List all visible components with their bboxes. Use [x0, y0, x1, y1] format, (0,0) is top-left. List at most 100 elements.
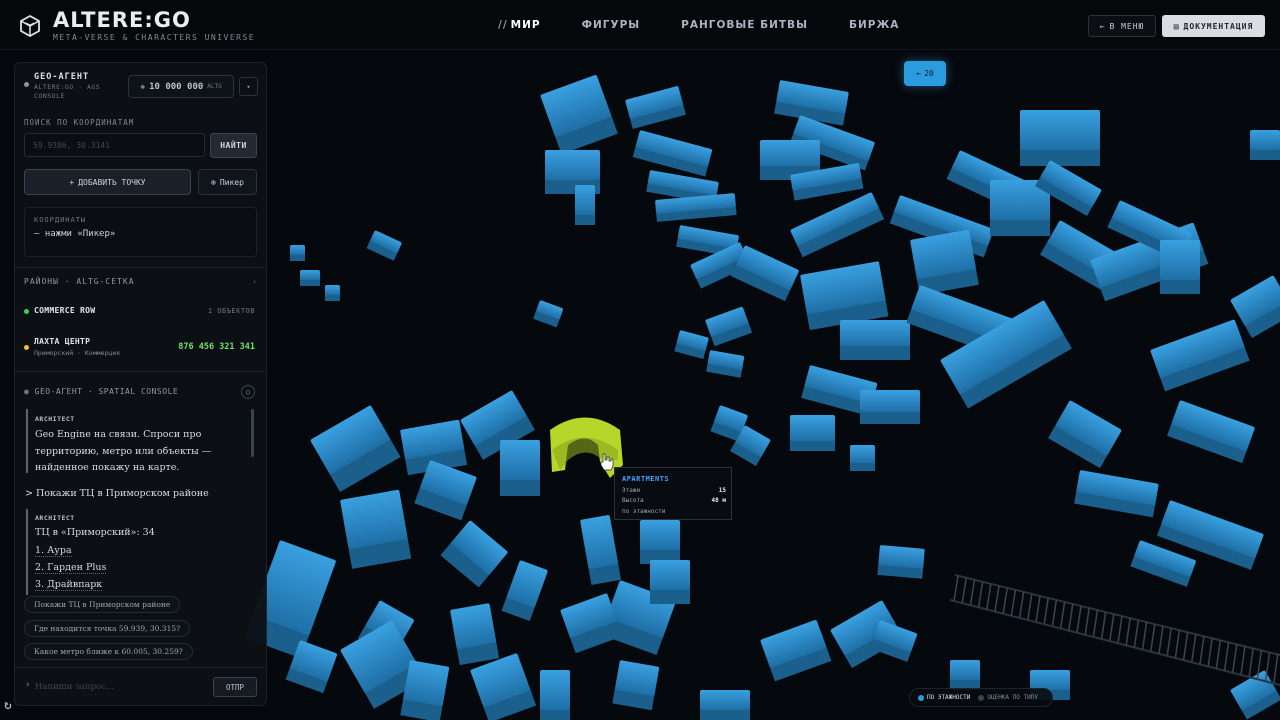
user-message: > Покажи ТЦ в Приморском районе	[25, 488, 209, 499]
nav-active-prefix: //	[498, 19, 508, 31]
legend-item-floors[interactable]: ПО ЭТАЖНОСТИ	[918, 694, 970, 701]
logo-cube-icon	[20, 14, 40, 38]
balance-amount: 10 000 000	[149, 81, 204, 92]
district-item[interactable]: COMMERCE ROW 1 ОБЪЕКТОВ	[24, 303, 257, 323]
building-block	[300, 270, 320, 286]
building-block	[860, 390, 920, 424]
coin-icon: ◈	[140, 82, 146, 91]
picker-button[interactable]: ⊕ Пикер	[198, 169, 257, 195]
building-block	[1250, 130, 1280, 160]
legend-swatch	[978, 694, 985, 701]
balance-dropdown-button[interactable]: ▾	[239, 77, 258, 96]
district-status-dot	[24, 345, 29, 350]
add-point-button[interactable]: + ДОБАВИТЬ ТОЧКУ	[24, 169, 191, 195]
suggestion-chip[interactable]: Какое метро ближе к 60.005, 30.259?	[24, 643, 193, 660]
console-scrollbar[interactable]	[251, 409, 254, 457]
panel-subtitle: ALTERE:GO · AGS CONSOLE	[34, 83, 101, 100]
logo-subtitle: META-VERSE & CHARACTERS UNIVERSE	[53, 33, 256, 42]
send-button[interactable]: ОТПР	[213, 677, 257, 697]
building-block	[325, 285, 340, 301]
district-item[interactable]: ЛАХТА ЦЕНТР Приморский · Коммерция 876 4…	[24, 333, 257, 361]
console-dot-icon: ●	[24, 387, 30, 396]
console-toggle-button[interactable]: ○	[241, 385, 255, 399]
coordinates-label: КООРДИНАТЫ	[34, 216, 87, 224]
building-block	[840, 320, 910, 360]
message-list-item[interactable]: 1. Аура	[35, 543, 72, 560]
building-tooltip: APARTMENTS Этажи 15 Высота 48 м по этажн…	[614, 467, 732, 520]
message-text: Geo Engine на связи. Спроси про территор…	[35, 429, 212, 473]
building-block	[790, 415, 835, 451]
building-block	[877, 545, 925, 579]
query-input[interactable]	[35, 677, 205, 697]
divider	[15, 667, 266, 668]
building-block	[540, 670, 570, 720]
find-button[interactable]: НАЙТИ	[210, 133, 257, 158]
message-list-item[interactable]: 3. Драйвпарк	[35, 577, 103, 594]
tooltip-row: Высота 48 м	[622, 497, 726, 504]
tooltip-row-label: Высота	[622, 497, 644, 504]
docs-button-label: ДОКУМЕНТАЦИЯ	[1183, 21, 1254, 31]
logo-title[interactable]: ALTERE:GO	[53, 8, 191, 32]
coordinates-value: — нажми «Пикер»	[34, 229, 116, 239]
nav-item-figures[interactable]: ФИГУРЫ	[582, 19, 641, 31]
console-header: ● GEO-АГЕНТ · SPATIAL CONSOLE	[24, 387, 178, 396]
crosshair-icon: ⊕	[211, 177, 216, 187]
building-block	[500, 440, 540, 496]
refresh-icon[interactable]: ↻	[4, 698, 22, 716]
divider	[15, 267, 266, 268]
map-legend: ПО ЭТАЖНОСТИ ОЦЕНКА ПО ТИПУ	[909, 688, 1053, 707]
nav-item-ranked-battles[interactable]: РАНГОВЫЕ БИТВЫ	[681, 19, 808, 31]
documentation-button[interactable]: ▤ ДОКУМЕНТАЦИЯ	[1162, 15, 1265, 37]
districts-header[interactable]: РАЙОНЫ · ALTG-СЕТКА	[24, 277, 135, 286]
building-block	[700, 690, 750, 720]
tooltip-row-value: 15	[718, 487, 726, 494]
top-header: ALTERE:GO META-VERSE & CHARACTERS UNIVER…	[0, 0, 1280, 50]
zoom-level-badge[interactable]: ← 20	[904, 61, 946, 86]
district-status-dot	[24, 309, 29, 314]
message-accent-bar	[26, 509, 28, 595]
message-line: ТЦ в «Приморский»: 34	[35, 527, 155, 538]
balance-badge[interactable]: ◈ 10 000 000 ALTG	[128, 75, 234, 98]
search-label: ПОИСК ПО КООРДИНАТАМ	[24, 118, 135, 127]
document-icon: ▤	[1173, 21, 1180, 31]
arrow-left-icon: ←	[1099, 21, 1106, 31]
status-dot	[24, 82, 29, 87]
main-nav: //МИР ФИГУРЫ РАНГОВЫЕ БИТВЫ БИРЖА	[498, 19, 899, 31]
legend-item-type[interactable]: ОЦЕНКА ПО ТИПУ	[978, 694, 1038, 701]
nav-item-label: МИР	[510, 19, 541, 31]
nav-item-world[interactable]: //МИР	[498, 19, 541, 31]
chevron-down-icon: ▾	[246, 82, 251, 91]
circle-icon: ○	[245, 388, 251, 396]
message-list-item[interactable]: 2. Гарден Plus	[35, 560, 107, 577]
district-object-count: 1 ОБЪЕКТОВ	[207, 307, 255, 315]
district-value: 876 456 321 341	[178, 342, 255, 352]
message-role: ARCHITECT	[35, 514, 75, 522]
nav-item-exchange[interactable]: БИРЖА	[849, 19, 899, 31]
console-header-label: GEO-АГЕНТ · SPATIAL CONSOLE	[34, 387, 179, 396]
tooltip-row-label: Этажи	[622, 487, 641, 494]
tooltip-row: Этажи 15	[622, 487, 726, 494]
building-block	[1020, 110, 1100, 166]
legend-label: ОЦЕНКА ПО ТИПУ	[987, 694, 1038, 701]
coordinates-search-input[interactable]	[24, 133, 205, 157]
suggestion-chip[interactable]: Покажи ТЦ в Приморском районе	[24, 596, 181, 613]
message-list-item-label: 2. Гарден Plus	[35, 562, 107, 574]
legend-swatch	[918, 694, 924, 701]
plus-icon: +	[69, 177, 75, 187]
building-block	[650, 560, 690, 604]
building-block	[1160, 240, 1200, 294]
message-list-item-label: 1. Аура	[35, 545, 72, 557]
building-block	[850, 445, 875, 471]
message-accent-bar	[26, 409, 28, 473]
building-block	[950, 660, 980, 690]
building-block	[575, 185, 595, 225]
message-list-item-label: 3. Драйвпарк	[35, 579, 103, 591]
arrow-left-icon: ←	[916, 69, 922, 78]
suggestion-chip[interactable]: Где находится точка 59.939, 30.315?	[24, 620, 191, 637]
back-to-menu-button[interactable]: ← В МЕНЮ	[1088, 15, 1156, 37]
coordinates-box: КООРДИНАТЫ — нажми «Пикер»	[24, 207, 257, 257]
building-block	[640, 520, 680, 564]
add-point-label: ДОБАВИТЬ ТОЧКУ	[78, 177, 146, 187]
panel-title: GEO-АГЕНТ	[34, 72, 90, 82]
chevron-right-icon[interactable]: ›	[252, 277, 257, 286]
